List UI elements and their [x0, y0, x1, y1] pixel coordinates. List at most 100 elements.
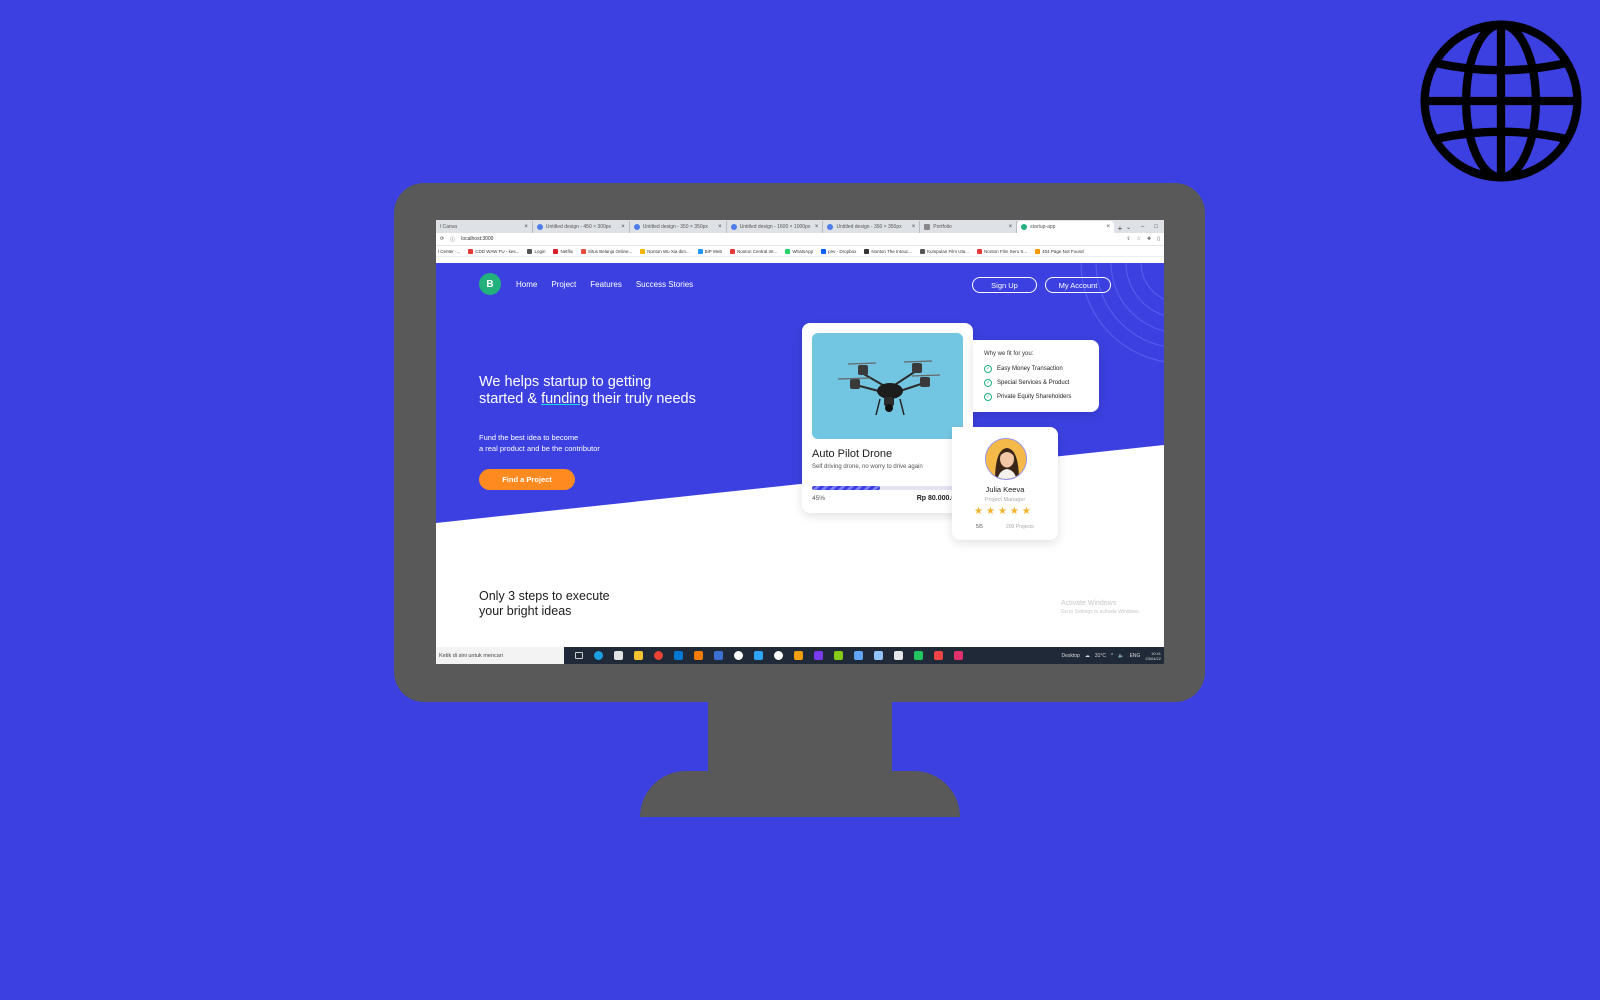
tab-label: startup-app — [1030, 224, 1056, 230]
sidebar-icon[interactable]: ▯ — [1157, 236, 1160, 242]
close-icon[interactable]: × — [621, 224, 625, 230]
app-icon[interactable] — [912, 649, 925, 662]
nav-link-success-stories[interactable]: Success Stories — [636, 280, 693, 289]
web-page: B Home Project Features Success Stories … — [436, 263, 1164, 643]
app-icon[interactable] — [772, 649, 785, 662]
browser-tab[interactable]: l Canva × — [436, 221, 533, 233]
bookmark-item[interactable]: Kumpulan Film Uta... — [920, 248, 970, 254]
mail-icon[interactable] — [672, 649, 685, 662]
vscode-icon[interactable] — [752, 649, 765, 662]
app-icon[interactable] — [872, 649, 885, 662]
hero-title: We helps startup to getting started & fu… — [479, 374, 699, 407]
browser-tab[interactable]: Untitled design - 350 × 350px × — [823, 221, 921, 233]
instagram-icon[interactable] — [952, 649, 965, 662]
project-card[interactable]: Auto Pilot Drone Self driving drone, no … — [802, 323, 973, 513]
language-indicator[interactable]: ENG — [1130, 653, 1141, 659]
tab-search-icon[interactable]: ⌄ — [1126, 224, 1131, 231]
star-icon: ★ — [1009, 506, 1019, 517]
team-member-card[interactable]: Julia Keeva Project Manager ★ ★ ★ ★ ★ 5/5 20… — [952, 427, 1058, 540]
store-icon[interactable] — [612, 649, 625, 662]
bookmark-item[interactable]: 404 Page Not Found — [1035, 248, 1084, 254]
app-icon[interactable] — [812, 649, 825, 662]
bookmark-favicon-icon — [580, 248, 586, 254]
close-icon[interactable]: × — [1107, 224, 1111, 230]
bookmark-item[interactable]: Nonton Central Int... — [730, 248, 777, 254]
close-icon[interactable]: × — [815, 224, 819, 230]
app-icon[interactable] — [692, 649, 705, 662]
app-icon[interactable] — [712, 649, 725, 662]
app-icon[interactable] — [852, 649, 865, 662]
bookmark-item[interactable]: Netflix — [553, 248, 573, 254]
activate-windows-subtext: Go to Settings to activate Windows. — [1061, 609, 1140, 615]
globe-icon — [1420, 20, 1582, 182]
close-icon[interactable]: × — [1009, 224, 1013, 230]
drone-image — [812, 333, 963, 439]
bookmark-item[interactable]: Login — [527, 248, 545, 254]
browser-tab-active[interactable]: startup-app × — [1017, 221, 1115, 233]
close-icon[interactable]: × — [912, 224, 916, 230]
bookmark-favicon-icon — [977, 248, 983, 254]
browser-tab[interactable]: Portfolio × — [920, 221, 1018, 233]
bookmark-label: Kumpulan Film Uta... — [927, 248, 970, 254]
extension-icon[interactable]: ✚ — [1147, 236, 1151, 242]
new-tab-icon[interactable]: + — [1114, 224, 1126, 233]
star-icon: ★ — [985, 506, 995, 517]
taskbar-search-input[interactable]: Ketik di sini untuk mencari — [436, 647, 564, 664]
browser-tab[interactable]: Untitled design - 1600 × 1000px × — [727, 221, 824, 233]
url-field[interactable]: localhost:3000 — [461, 236, 1120, 242]
app-icon[interactable] — [732, 649, 745, 662]
close-icon[interactable]: × — [718, 224, 722, 230]
tab-favicon-icon — [536, 224, 543, 230]
bookmark-item[interactable]: WhatsApp — [785, 248, 813, 254]
app-icon[interactable] — [832, 649, 845, 662]
app-icon[interactable] — [792, 649, 805, 662]
minimize-icon[interactable]: – — [1141, 224, 1144, 230]
hero-title-highlight: funding — [541, 390, 589, 407]
nav-link-features[interactable]: Features — [590, 280, 622, 289]
browser-tab[interactable]: Untitled design - 350 × 350px × — [630, 221, 727, 233]
star-icon: ★ — [974, 506, 983, 517]
address-bar: ⟳ ⓘ localhost:3000 ⇪ ☆ ✚ ▯ — [436, 233, 1164, 246]
taskbar-clock[interactable]: 10:41 23/04/22 — [1145, 651, 1161, 661]
share-icon[interactable]: ⇪ — [1126, 236, 1130, 242]
bookmark-item[interactable]: Situs Belanja Online... — [580, 248, 632, 254]
app-icon[interactable] — [892, 649, 905, 662]
bookmark-favicon-icon — [785, 248, 791, 254]
edge-icon[interactable] — [592, 649, 605, 662]
browser-tab[interactable]: Untitled design - 450 × 300px × — [533, 221, 630, 233]
bookmark-item[interactable]: BiP Web — [697, 248, 722, 254]
desktop-label[interactable]: Desktop — [1061, 653, 1079, 659]
browser-tab-bar: l Canva × Untitled design - 450 × 300px × … — [436, 220, 1164, 233]
close-icon[interactable]: × — [524, 224, 528, 230]
fit-list-item: ✓ Special Services & Product — [984, 379, 1069, 387]
tab-label: Untitled design - 350 × 350px — [836, 224, 902, 230]
monitor-screen: l Canva × Untitled design - 450 × 300px × … — [436, 220, 1164, 664]
funding-progress-fill — [812, 486, 880, 490]
reload-icon[interactable]: ⟳ — [440, 236, 444, 242]
info-icon[interactable]: ⓘ — [450, 236, 455, 243]
bookmark-item[interactable]: Nonton Wu Xia dim... — [640, 248, 690, 254]
find-a-project-button[interactable]: Find a Project — [479, 469, 575, 490]
volume-icon[interactable]: 🔈 — [1118, 653, 1124, 659]
bookmark-item[interactable]: pnv - Dropbox — [821, 248, 856, 254]
sign-up-button[interactable]: Sign Up — [972, 277, 1037, 293]
activate-windows-watermark: Activate Windows — [1061, 600, 1117, 607]
task-view-icon[interactable] — [572, 649, 585, 662]
chrome-icon[interactable] — [652, 649, 665, 662]
chevron-up-icon[interactable]: ^ — [1111, 653, 1113, 659]
app-icon[interactable] — [932, 649, 945, 662]
nav-link-project[interactable]: Project — [551, 280, 576, 289]
weather-icon[interactable]: ☁ — [1085, 653, 1090, 659]
nav-link-home[interactable]: Home — [516, 280, 537, 289]
bookmark-item[interactable]: Nonton The Intouc... — [864, 248, 912, 254]
maximize-icon[interactable]: □ — [1154, 224, 1158, 230]
my-account-button[interactable]: My Account — [1045, 277, 1111, 293]
star-icon[interactable]: ☆ — [1137, 236, 1141, 242]
bookmark-item[interactable]: CDD WAW FU - kes... — [468, 248, 519, 254]
bookmark-item[interactable]: Nonton Film Seru S... — [977, 248, 1027, 254]
avatar — [985, 438, 1027, 480]
file-explorer-icon[interactable] — [632, 649, 645, 662]
site-logo[interactable]: B — [479, 273, 501, 295]
weather-temp[interactable]: 31°C — [1095, 653, 1106, 659]
bookmark-item[interactable]: l Center -... — [438, 249, 460, 254]
